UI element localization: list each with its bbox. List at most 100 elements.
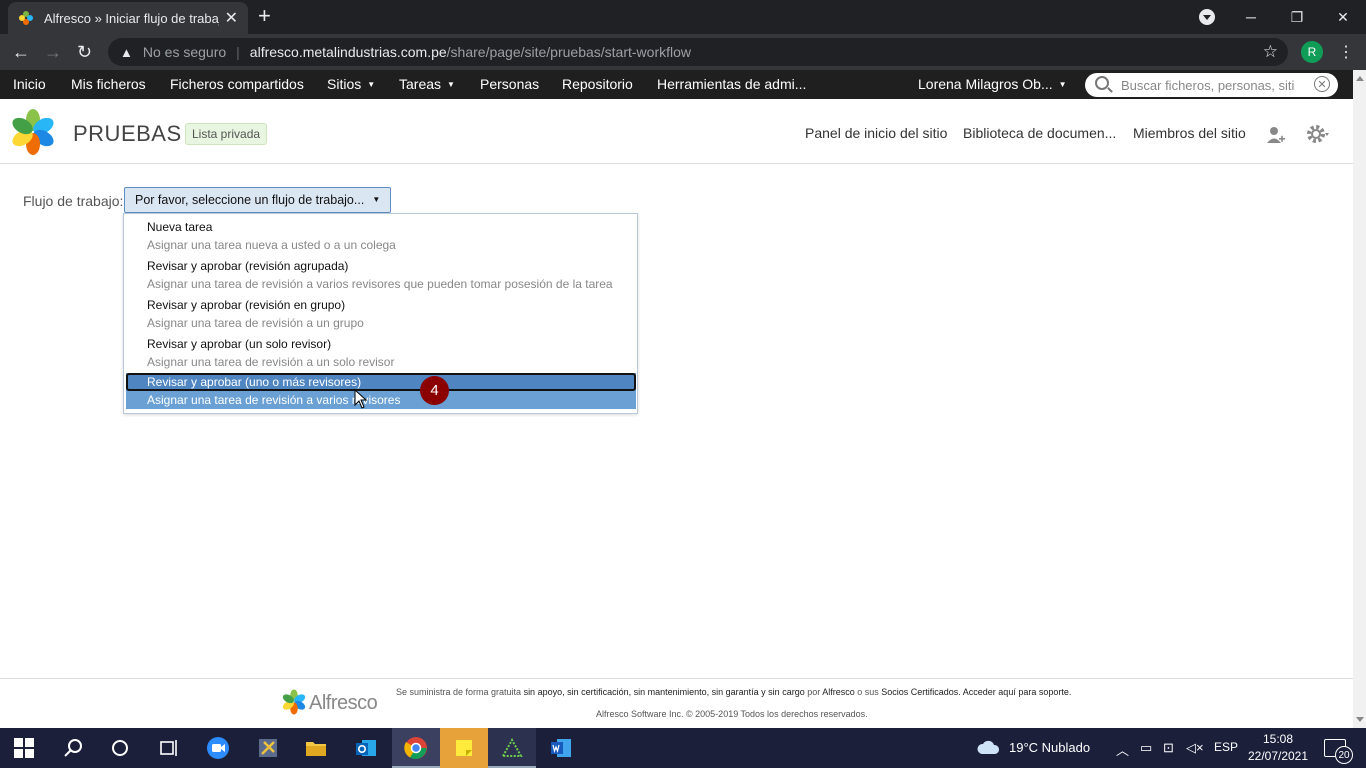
restore-icon[interactable]: ❐ [1274, 0, 1320, 34]
input-language[interactable]: ESP [1214, 740, 1238, 754]
footer-text-strong: sin apoyo, sin certificación, sin manten… [523, 687, 805, 697]
task-view-icon[interactable] [156, 736, 180, 760]
snipping-taskbar-button[interactable] [488, 728, 536, 768]
footer-partners-link[interactable]: Socios Certificados. Acceder aquí para s… [881, 687, 1071, 697]
footer-text: Se suministra de forma gratuita [396, 687, 524, 697]
nav-item-tareas[interactable]: Tareas ▼ [399, 76, 455, 92]
back-icon[interactable]: ← [12, 42, 30, 62]
footer-text: o sus [854, 687, 882, 697]
file-explorer-icon[interactable] [304, 736, 328, 760]
security-label[interactable]: No es seguro [143, 44, 226, 60]
workflow-option-title: Revisar y aprobar (uno o más revisores) [147, 375, 362, 389]
bookmark-star-icon[interactable]: ☆ [1263, 42, 1278, 62]
workflow-dropdown-menu: Nueva tarea Asignar una tarea nueva a us… [123, 213, 638, 414]
workflow-option-desc: Asignar una tarea nueva a usted o a un c… [147, 238, 396, 252]
page-scrollbar[interactable] [1353, 70, 1366, 728]
mouse-cursor-icon [354, 389, 368, 409]
nav-item-sitios[interactable]: Sitios ▼ [327, 76, 375, 92]
outlook-icon[interactable] [354, 736, 378, 760]
battery-icon[interactable]: ▭ [1140, 740, 1152, 756]
alfresco-footer-logo-icon [282, 689, 306, 715]
search-placeholder: Buscar ficheros, personas, siti [1121, 77, 1295, 93]
nav-item-ficheros-compartidos[interactable]: Ficheros compartidos [170, 76, 304, 92]
notification-center-icon[interactable]: 20 [1324, 739, 1353, 764]
weather-text[interactable]: 19°C Nublado [1009, 740, 1090, 755]
user-menu[interactable]: Lorena Milagros Ob... ▼ [918, 76, 1067, 92]
search-icon [1095, 76, 1109, 90]
footer-alfresco-link[interactable]: Alfresco [822, 687, 855, 697]
weather-cloud-icon[interactable] [976, 738, 1000, 756]
tab-close-icon[interactable]: ✕ [225, 8, 238, 28]
workflow-option-desc: Asignar una tarea de revisión a un solo … [147, 355, 395, 369]
workflow-option-selected[interactable]: Revisar y aprobar (uno o más revisores) … [126, 373, 636, 409]
chevron-down-icon: ▼ [447, 80, 455, 89]
nav-item-personas[interactable]: Personas [480, 76, 539, 92]
workflow-option-title: Revisar y aprobar (revisión en grupo) [147, 298, 346, 312]
warning-icon[interactable]: ▲ [120, 45, 133, 60]
browser-toolbar: ← → ↻ ▲ No es seguro | alfresco.metalind… [0, 34, 1366, 70]
workflow-option[interactable]: Revisar y aprobar (revisión agrupada) As… [126, 254, 636, 293]
site-visibility-badge: Lista privada [185, 123, 268, 145]
nav-item-inicio[interactable]: Inicio [13, 76, 46, 92]
workflow-option[interactable]: Nueva tarea Asignar una tarea nueva a us… [126, 215, 636, 254]
footer-text: por [804, 687, 823, 697]
reload-icon[interactable]: ↻ [77, 42, 92, 62]
notification-count: 20 [1335, 746, 1353, 764]
windows-start-icon[interactable] [14, 738, 34, 758]
address-bar[interactable]: ▲ No es seguro | alfresco.metalindustria… [108, 38, 1288, 66]
site-dashboard-link[interactable]: Panel de inicio del sitio [805, 125, 947, 141]
word-icon[interactable] [549, 736, 573, 760]
browser-tabstrip: Alfresco » Iniciar flujo de trabajo ✕ + … [0, 0, 1366, 34]
workflow-option-desc: Asignar una tarea de revisión a varios r… [147, 277, 613, 291]
sticky-notes-taskbar-button[interactable] [440, 728, 488, 768]
tab-title: Alfresco » Iniciar flujo de trabajo [44, 10, 219, 26]
scroll-up-icon[interactable] [1356, 76, 1364, 81]
clear-search-icon[interactable]: ✕ [1314, 76, 1330, 92]
new-tab-icon[interactable]: + [258, 5, 271, 27]
system-clock[interactable]: 15:08 22/07/2021 [1244, 731, 1312, 765]
profile-avatar[interactable]: R [1301, 41, 1323, 63]
workflow-option[interactable]: Revisar y aprobar (revisión en grupo) As… [126, 293, 636, 332]
workflow-option[interactable]: Revisar y aprobar (un solo revisor) Asig… [126, 332, 636, 371]
browser-menu-icon[interactable]: ⋮ [1338, 42, 1354, 62]
search-icon[interactable] [62, 736, 86, 760]
alfresco-favicon-icon [19, 11, 33, 25]
chrome-taskbar-button[interactable] [392, 728, 440, 768]
alfresco-logo-icon [12, 109, 54, 155]
window-close-icon[interactable]: ✕ [1320, 0, 1366, 34]
footer-brand: Alfresco [309, 692, 378, 714]
workflow-label: Flujo de trabajo: [23, 193, 124, 209]
tools-app-icon[interactable] [256, 736, 280, 760]
nav-item-mis-ficheros[interactable]: Mis ficheros [71, 76, 146, 92]
sticky-notes-icon [456, 740, 472, 756]
minimize-icon[interactable]: ─ [1228, 0, 1274, 34]
gear-icon[interactable] [1305, 123, 1329, 147]
nav-item-herramientas[interactable]: Herramientas de admi... [657, 76, 806, 92]
browser-tab[interactable]: Alfresco » Iniciar flujo de trabajo ✕ [8, 2, 248, 34]
workflow-select-button[interactable]: Por favor, seleccione un flujo de trabaj… [124, 187, 391, 213]
workflow-option-title: Revisar y aprobar (un solo revisor) [147, 337, 332, 351]
nav-item-sitios-label: Sitios [327, 76, 362, 92]
page-footer: Alfresco Se suministra de forma gratuita… [0, 678, 1353, 728]
chevron-down-icon: ▼ [372, 195, 381, 204]
step-number-badge: 4 [420, 376, 449, 405]
cortana-icon[interactable] [108, 736, 132, 760]
address-separator: | [236, 44, 240, 60]
tray-expand-icon[interactable]: ︿ [1116, 740, 1129, 759]
clock-time: 15:08 [1262, 732, 1294, 746]
user-name: Lorena Milagros Ob... [918, 76, 1053, 92]
chevron-down-icon: ▼ [1058, 80, 1067, 89]
add-user-icon[interactable] [1265, 125, 1285, 145]
zoom-app-icon[interactable] [206, 736, 230, 760]
site-members-link[interactable]: Miembros del sitio [1133, 125, 1246, 141]
windows-taskbar: 19°C Nublado ︿ ▭ ⊡ ◁× ESP 15:08 22/07/20… [0, 728, 1366, 768]
volume-muted-icon[interactable]: ◁× [1186, 740, 1204, 756]
nav-item-repositorio[interactable]: Repositorio [562, 76, 633, 92]
global-search-input[interactable]: Buscar ficheros, personas, siti ✕ [1085, 73, 1338, 97]
network-icon[interactable]: ⊡ [1163, 740, 1174, 756]
document-library-link[interactable]: Biblioteca de documen... [963, 125, 1116, 141]
forward-icon[interactable]: → [44, 42, 62, 62]
chrome-icon [404, 737, 427, 759]
tab-search-icon[interactable] [1199, 9, 1215, 25]
scroll-down-icon[interactable] [1356, 717, 1364, 722]
